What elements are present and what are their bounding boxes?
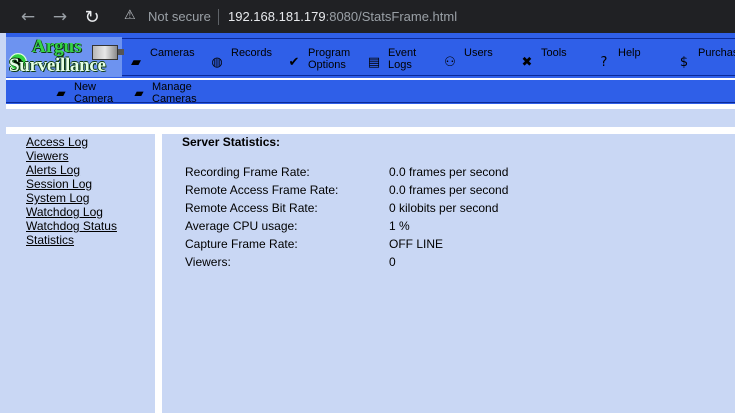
sub-item-label: New Camera xyxy=(74,81,114,105)
menu-item-label: Program Options xyxy=(308,47,351,71)
menu-item-label: Purchase xyxy=(698,47,735,59)
url-path: :8080/StatsFrame.html xyxy=(325,9,458,24)
browser-toolbar: ← → ↻ ⚠ Not secure 192.168.181.179:8080/… xyxy=(0,0,735,33)
stat-value: 0 kilobits per second xyxy=(389,201,499,215)
sidebar-link-statistics[interactable]: Statistics xyxy=(26,233,74,247)
stat-value: 1 % xyxy=(389,219,410,233)
sub-item-label: Manage Cameras xyxy=(152,81,197,105)
users-icon: ⚇ xyxy=(444,55,456,70)
log-navigation-panel: Access Log Viewers Alerts Log Session Log Sy… xyxy=(6,134,155,413)
dollar-icon: $ xyxy=(679,55,689,70)
sidebar-link-viewers[interactable]: Viewers xyxy=(26,149,68,163)
sidebar-link-alerts-log[interactable]: Alerts Log xyxy=(26,163,80,177)
menu-item-label: Event Logs xyxy=(388,47,417,71)
page-title: Server Statistics: xyxy=(182,135,281,149)
sidebar-link-watchdog-log[interactable]: Watchdog Log xyxy=(26,205,103,219)
stat-label: Average CPU usage: xyxy=(185,219,298,233)
sidebar-link-watchdog-status[interactable]: Watchdog Status xyxy=(26,219,117,233)
stat-label: Recording Frame Rate: xyxy=(185,165,310,179)
camera-icon: ▰ xyxy=(131,55,141,70)
stat-label: Remote Access Bit Rate: xyxy=(185,201,318,215)
reload-icon[interactable]: ↻ xyxy=(81,6,103,28)
records-disc-icon: ◍ xyxy=(211,55,223,70)
security-status[interactable]: Not secure xyxy=(148,9,211,24)
checkmark-icon: ✔ xyxy=(288,55,300,70)
server-statistics-panel: Server Statistics: Recording Frame Rate:… xyxy=(162,134,735,413)
stat-label: Capture Frame Rate: xyxy=(185,237,298,251)
sidebar-link-session-log[interactable]: Session Log xyxy=(26,177,92,191)
forward-arrow-icon[interactable]: → xyxy=(49,6,71,28)
address-bar[interactable]: 192.168.181.179:8080/StatsFrame.html xyxy=(228,9,457,24)
header-spacer-strip xyxy=(6,109,735,127)
submenu-bottom-rule xyxy=(6,102,735,103)
stat-value: 0.0 frames per second xyxy=(389,183,509,197)
menu-item-label: Cameras xyxy=(150,47,195,59)
address-divider xyxy=(218,9,219,25)
sidebar-link-access-log[interactable]: Access Log xyxy=(26,135,88,149)
url-host: 192.168.181.179 xyxy=(228,9,326,24)
stat-label: Remote Access Frame Rate: xyxy=(185,183,339,197)
document-icon: ▤ xyxy=(367,55,381,70)
menu-item-label: Help xyxy=(618,47,641,59)
back-arrow-icon[interactable]: ← xyxy=(17,6,39,28)
menu-item-label: Tools xyxy=(541,47,567,59)
warning-icon[interactable]: ⚠ xyxy=(124,8,136,23)
logo-text-surveillance: Surveillance xyxy=(9,55,106,76)
sub-menu-bar: ▰ New Camera ▰ Manage Cameras xyxy=(6,80,735,105)
new-camera-icon: ▰ xyxy=(56,86,66,100)
sidebar-link-system-log[interactable]: System Log xyxy=(26,191,89,205)
stat-value: 0.0 frames per second xyxy=(389,165,509,179)
stat-value: OFF LINE xyxy=(389,237,444,251)
help-icon: ? xyxy=(600,55,608,70)
manage-cameras-icon: ▰ xyxy=(134,86,144,100)
menu-item-label: Records xyxy=(231,47,272,59)
tools-icon: ✖ xyxy=(521,55,533,70)
stat-value: 0 xyxy=(389,255,396,269)
argus-logo[interactable]: Argus Surveillance xyxy=(6,36,124,77)
main-menu-bar: Argus Surveillance ▰ Cameras ◍ Records ✔ Prog… xyxy=(6,33,735,78)
stat-label: Viewers: xyxy=(185,255,231,269)
menu-item-label: Users xyxy=(464,47,493,59)
